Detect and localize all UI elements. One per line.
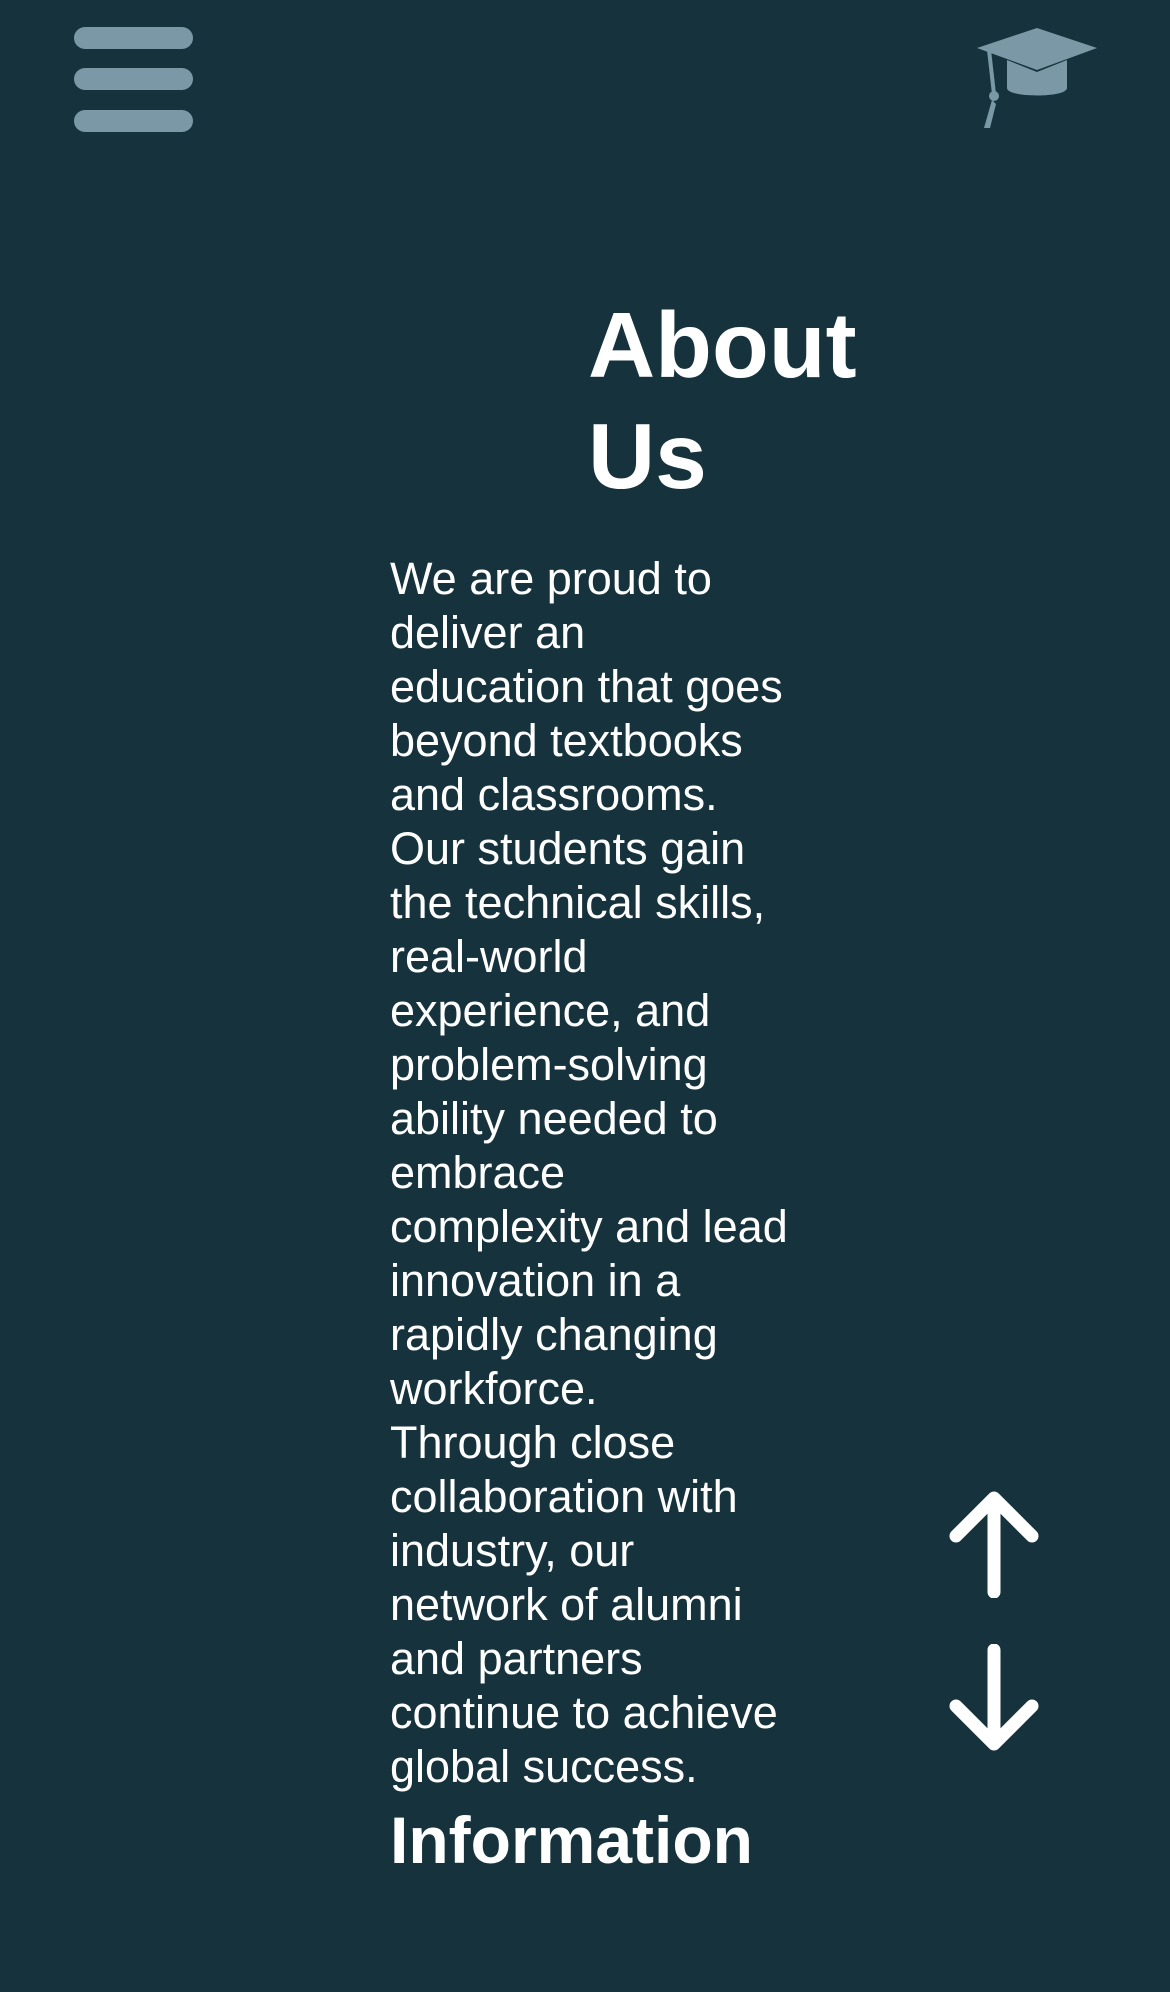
scroll-down-button[interactable] <box>948 1644 1040 1752</box>
arrow-down-icon <box>949 1644 1039 1751</box>
about-paragraph: We are proud to deliver an education tha… <box>390 553 783 820</box>
about-paragraph: Through close collaboration with industr… <box>390 1417 778 1792</box>
hamburger-menu-button[interactable] <box>74 26 194 134</box>
menu-bar-bottom <box>74 110 193 132</box>
scroll-up-button[interactable] <box>948 1490 1040 1598</box>
about-section: About Us We are proud to deliver an educ… <box>390 290 857 1880</box>
section-heading: Information <box>390 1803 753 1877</box>
menu-bar-middle <box>74 68 193 90</box>
arrow-up-icon <box>949 1491 1039 1598</box>
about-text: We are proud to deliver an education tha… <box>390 552 790 1794</box>
about-paragraph: Our students gain the technical skills, … <box>390 823 788 1414</box>
graduation-cap-icon[interactable] <box>975 24 1099 134</box>
page-title: About Us <box>588 293 857 508</box>
menu-bar-top <box>74 27 193 49</box>
